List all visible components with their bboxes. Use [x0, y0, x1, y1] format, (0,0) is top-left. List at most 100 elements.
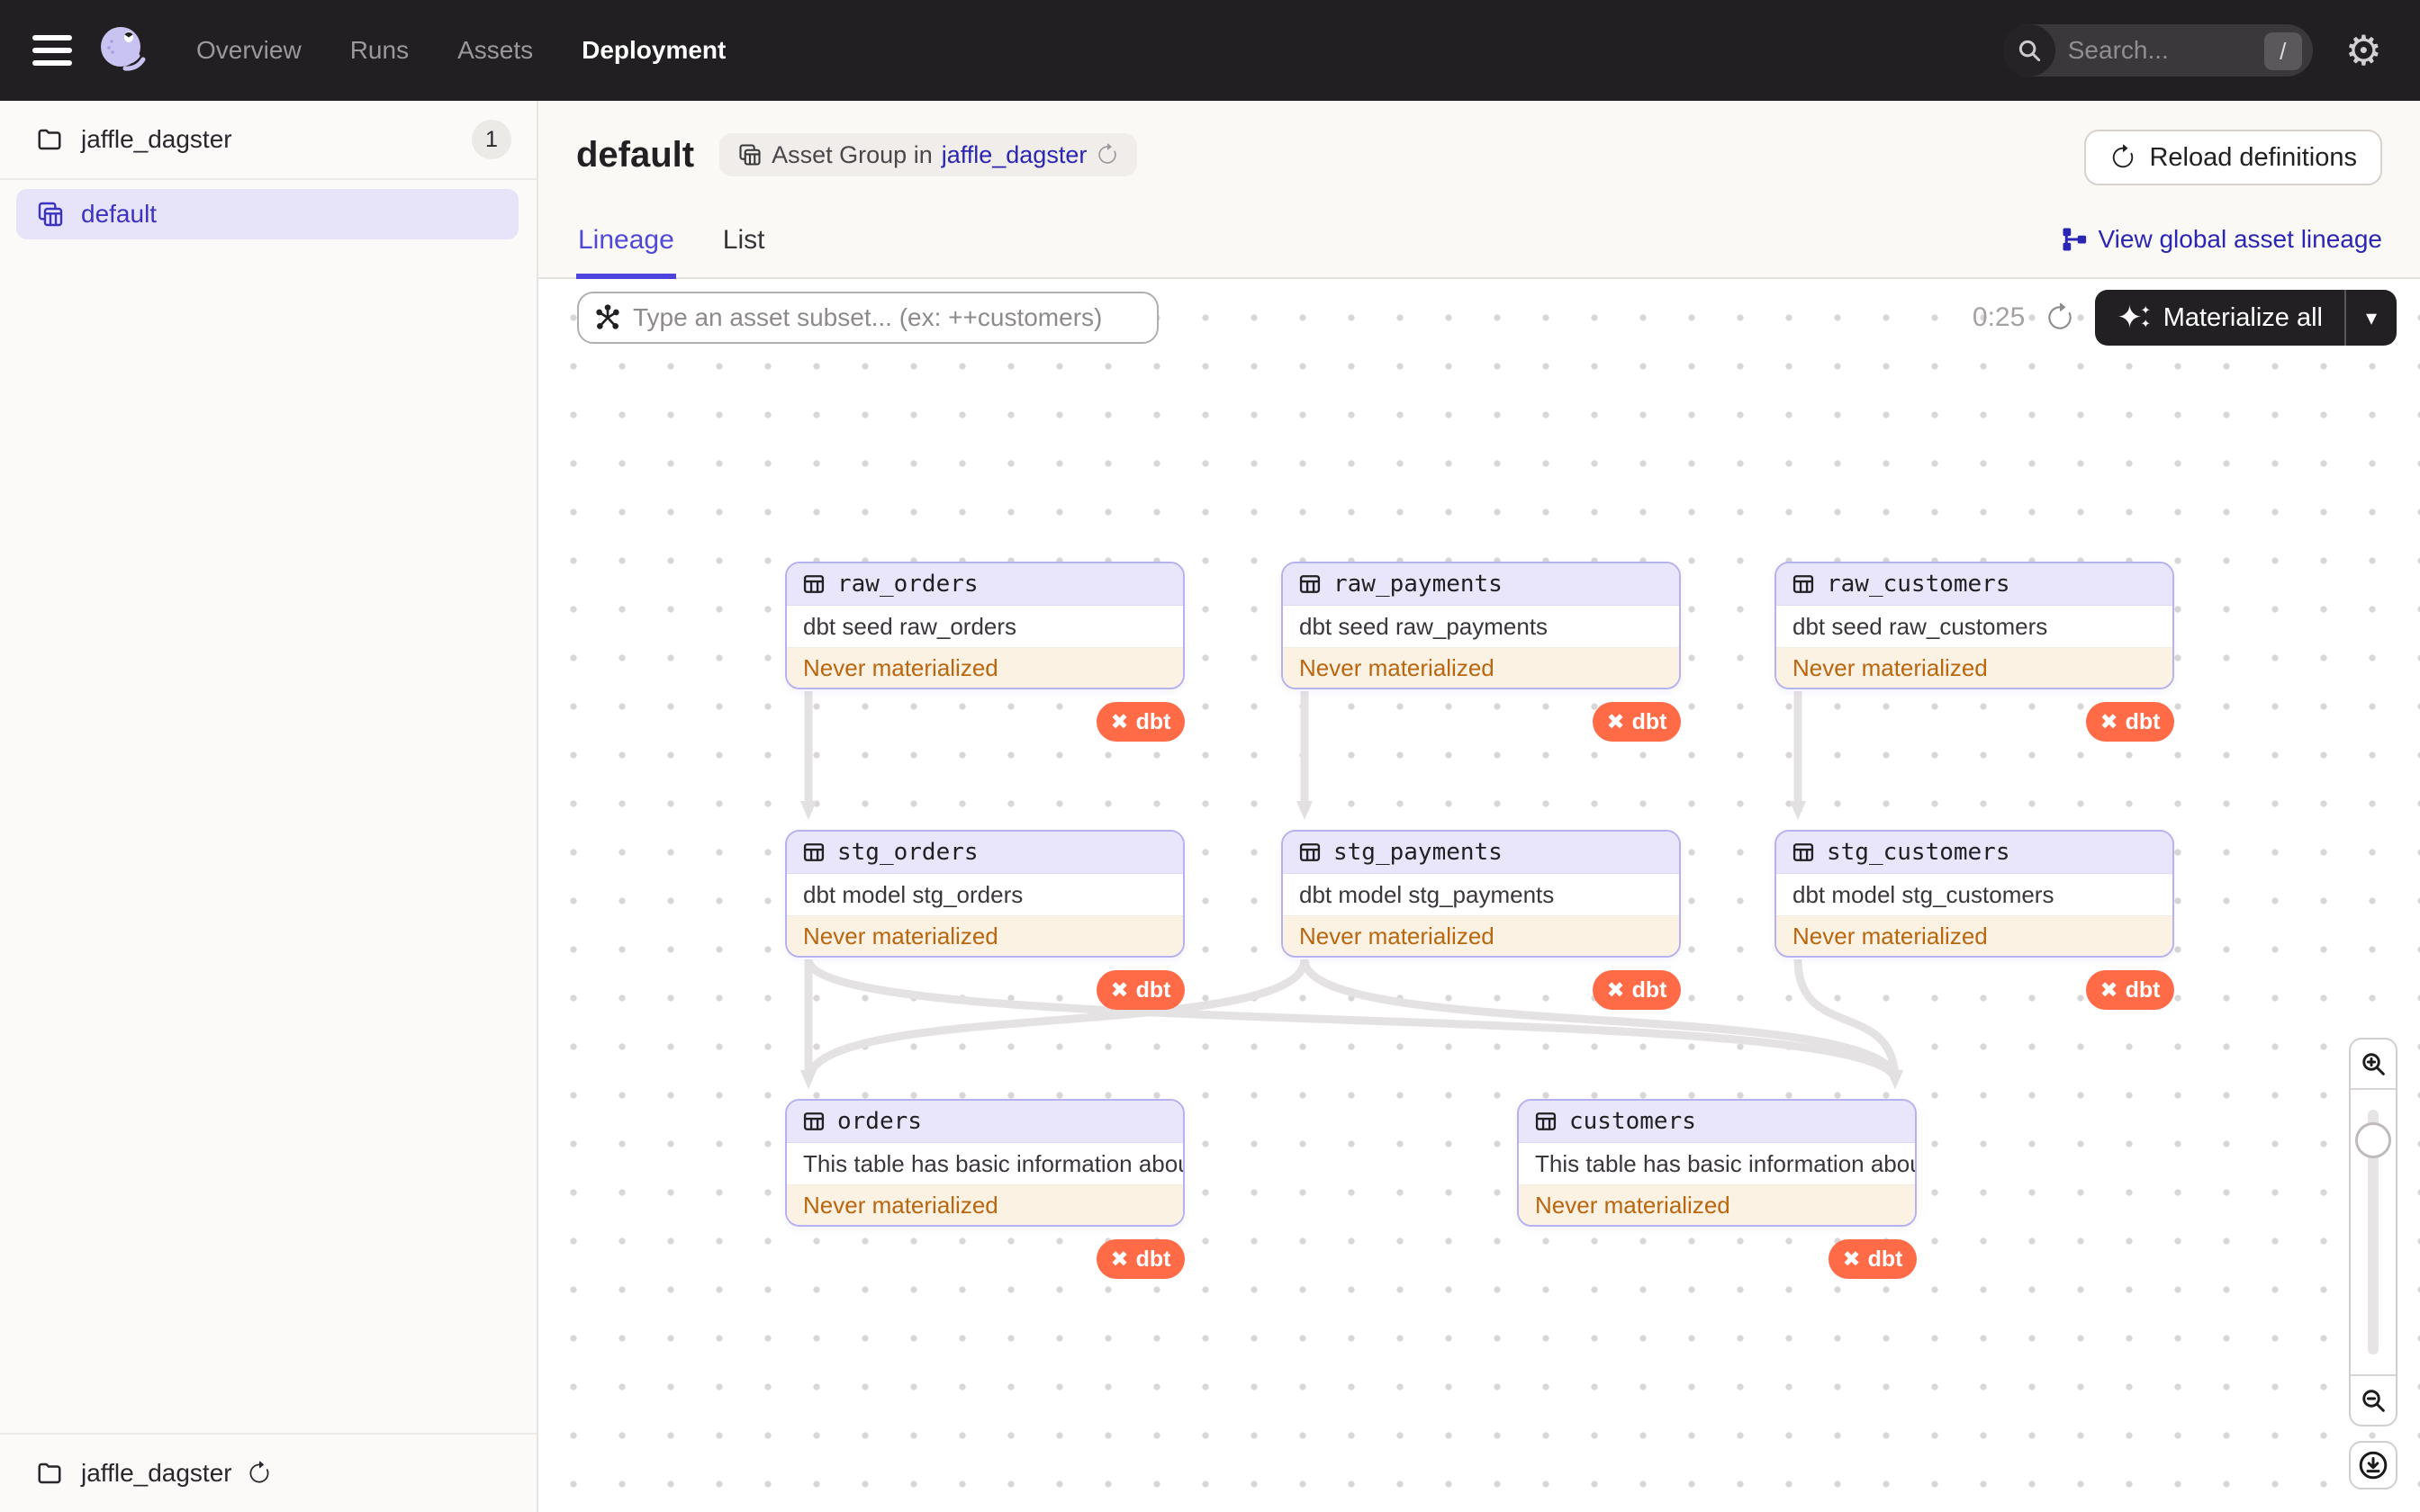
reload-definitions-button[interactable]: Reload definitions: [2084, 130, 2382, 185]
asset-node-header: raw_payments: [1283, 563, 1679, 606]
zoom-slider[interactable]: [2351, 1090, 2396, 1374]
dbt-badge-label: dbt: [2125, 708, 2161, 734]
global-search[interactable]: /: [2002, 24, 2313, 76]
asset-sidebar: jaffle_dagster 1 default jaffle_dagster: [0, 101, 538, 1512]
dbt-logo-icon: ✖: [1606, 709, 1625, 734]
zoom-out-icon: [2362, 1390, 2385, 1412]
sidebar-divider: [0, 178, 537, 180]
view-global-asset-lineage-link[interactable]: View global asset lineage: [2061, 225, 2382, 254]
asset-node-header: customers: [1519, 1101, 1915, 1143]
refresh-graph-icon[interactable]: [2045, 302, 2075, 333]
top-nav: Overview Runs Assets Deployment / ⚙: [0, 0, 2420, 101]
dbt-badge: ✖ dbt: [1097, 970, 1185, 1010]
page-header: default Asset Group in jaffle_dagster Re…: [538, 101, 2420, 279]
nav-item-assets[interactable]: Assets: [457, 36, 533, 65]
nav-links: Overview Runs Assets Deployment: [196, 36, 726, 65]
asset-node-raw_payments[interactable]: raw_payments dbt seed raw_payments Never m…: [1281, 562, 1681, 689]
asset-description: dbt seed raw_orders: [787, 606, 1183, 648]
nav-item-deployment[interactable]: Deployment: [582, 36, 726, 65]
tab-lineage[interactable]: Lineage: [576, 225, 676, 279]
refresh-location-icon[interactable]: [247, 1461, 272, 1486]
asset-name: raw_customers: [1827, 571, 2010, 598]
asset-node-raw_orders[interactable]: raw_orders dbt seed raw_orders Never mater…: [785, 562, 1185, 689]
asset-description: dbt seed raw_payments: [1283, 606, 1679, 648]
asset-status: Never materialized: [1283, 916, 1679, 956]
dbt-badge-label: dbt: [1631, 976, 1667, 1003]
lineage-graph-canvas[interactable]: raw_orders dbt seed raw_orders Never mater…: [538, 279, 2420, 1512]
dbt-badge: ✖ dbt: [1097, 702, 1185, 742]
dbt-badge: ✖ dbt: [1829, 1239, 1917, 1279]
table-icon: [1299, 843, 1321, 861]
asset-description: dbt seed raw_customers: [1776, 606, 2172, 648]
folder-icon: [38, 129, 61, 150]
view-tabs: Lineage List: [576, 225, 766, 279]
refresh-group-icon[interactable]: [1096, 143, 1119, 166]
asset-status: Never materialized: [1776, 648, 2172, 688]
zoom-in-button[interactable]: [2351, 1040, 2396, 1090]
asset-subset-input[interactable]: [633, 303, 1142, 332]
dbt-badge-label: dbt: [1135, 976, 1171, 1003]
asset-status: Never materialized: [787, 648, 1183, 688]
zoom-widget: [2349, 1038, 2397, 1426]
table-icon: [803, 843, 825, 861]
table-icon: [1792, 843, 1814, 861]
page-title: default: [576, 134, 695, 175]
asset-description: This table has basic information about .…: [787, 1143, 1183, 1185]
code-location-label: jaffle_dagster: [81, 125, 232, 153]
lineage-graph-icon: [2063, 228, 2086, 251]
asset-node-header: stg_customers: [1776, 832, 2172, 874]
materialize-all-label: Materialize all: [2163, 302, 2323, 332]
asset-name: stg_orders: [837, 839, 979, 866]
tab-list[interactable]: List: [721, 225, 767, 279]
asset-node-header: raw_orders: [787, 563, 1183, 606]
dbt-badge-label: dbt: [1867, 1246, 1903, 1272]
group-label: default: [81, 200, 158, 228]
asset-status: Never materialized: [787, 1185, 1183, 1225]
asset-group-icon: [38, 202, 63, 227]
asset-node-stg_payments[interactable]: stg_payments dbt model stg_payments Never …: [1281, 830, 1681, 958]
dbt-logo-icon: ✖: [1606, 977, 1625, 1003]
dbt-badge: ✖ dbt: [1097, 1239, 1185, 1279]
asset-description: dbt model stg_payments: [1283, 874, 1679, 916]
dbt-badge-label: dbt: [1135, 708, 1171, 734]
zoom-slider-handle[interactable]: [2355, 1122, 2391, 1158]
dbt-badge-label: dbt: [1631, 708, 1667, 734]
global-lineage-label: View global asset lineage: [2098, 225, 2382, 253]
recenter-view-button[interactable]: [2349, 1441, 2397, 1490]
asset-node-stg_orders[interactable]: stg_orders dbt model stg_orders Never mate…: [785, 830, 1185, 958]
table-icon: [1792, 575, 1814, 593]
materialize-all-button-group: ✦ ✦ ✦ Materialize all ▾: [2095, 290, 2397, 346]
nav-item-runs[interactable]: Runs: [350, 36, 409, 65]
search-icon: [2002, 24, 2055, 76]
asset-status: Never materialized: [787, 916, 1183, 956]
tag-code-location-link[interactable]: jaffle_dagster: [942, 141, 1088, 169]
asset-node-header: orders: [787, 1101, 1183, 1143]
asset-status: Never materialized: [1776, 916, 2172, 956]
asset-name: customers: [1569, 1108, 1696, 1135]
zoom-in-icon: [2362, 1053, 2385, 1076]
asset-node-header: raw_customers: [1776, 563, 2172, 606]
table-icon: [803, 575, 825, 593]
reload-icon: [2113, 144, 2134, 168]
sidebar-item-code-location[interactable]: jaffle_dagster 1: [0, 101, 537, 178]
sidebar-footer: jaffle_dagster: [0, 1433, 537, 1512]
materialize-options-caret[interactable]: ▾: [2346, 305, 2397, 331]
sidebar-item-group-default[interactable]: default: [16, 189, 519, 239]
materialize-countdown: 0:25: [1972, 302, 2026, 332]
menu-icon[interactable]: [32, 35, 72, 66]
asset-status: Never materialized: [1283, 648, 1679, 688]
dagster-logo-icon[interactable]: [95, 22, 153, 79]
zoom-out-button[interactable]: [2351, 1374, 2396, 1425]
asset-node-stg_customers[interactable]: stg_customers dbt model stg_customers Neve…: [1774, 830, 2174, 958]
asset-subset-filter[interactable]: [577, 292, 1159, 344]
nav-item-overview[interactable]: Overview: [196, 36, 302, 65]
asset-node-customers[interactable]: customers This table has basic informatio…: [1517, 1099, 1917, 1227]
asset-node-raw_customers[interactable]: raw_customersdbt seed raw_customers Never…: [1774, 562, 2174, 689]
footer-location-label: jaffle_dagster: [81, 1459, 232, 1487]
asset-node-orders[interactable]: orders This table has basic information a…: [785, 1099, 1185, 1227]
materialize-all-button[interactable]: ✦ ✦ ✦ Materialize all: [2095, 302, 2344, 333]
dbt-logo-icon: ✖: [2099, 977, 2118, 1003]
asset-name: orders: [837, 1108, 922, 1135]
dbt-logo-icon: ✖: [1110, 709, 1129, 734]
gear-icon[interactable]: ⚙: [2345, 30, 2382, 71]
